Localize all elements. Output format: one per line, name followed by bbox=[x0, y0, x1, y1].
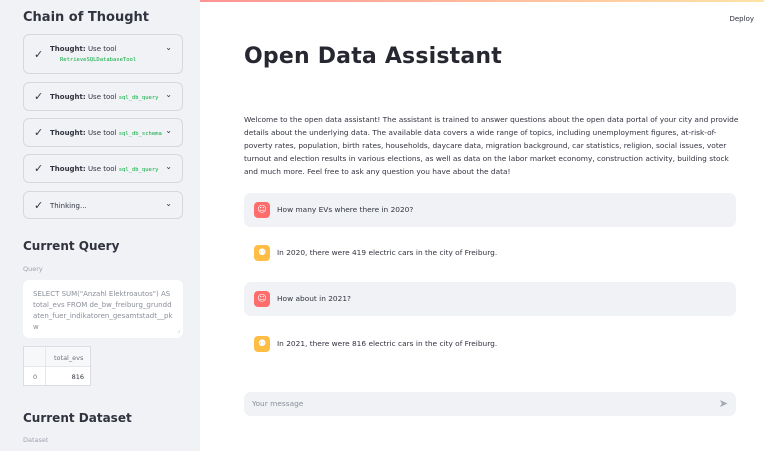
thought-tool-name: RetrieveSQLDatabaseTool bbox=[60, 57, 137, 63]
dataframe-row-index: 0 bbox=[33, 373, 38, 381]
dataframe-column-header[interactable]: total_evs bbox=[54, 354, 83, 362]
top-decoration-bar bbox=[200, 0, 764, 2]
assistant-avatar-icon: ⚉ bbox=[254, 245, 270, 261]
chat-message-assistant: ⚉ In 2020, there were 419 electric cars … bbox=[244, 236, 736, 270]
user-avatar-icon: ☺ bbox=[254, 291, 270, 307]
check-icon: ✓ bbox=[34, 126, 44, 139]
dataset-label: Dataset bbox=[23, 436, 49, 444]
message-text: In 2020, there were 419 electric cars in… bbox=[277, 248, 498, 257]
thought-tool-name: sql_db_query bbox=[118, 167, 159, 173]
send-icon[interactable]: ➤ bbox=[719, 397, 728, 410]
thought-prefix: Thought: bbox=[50, 45, 86, 53]
thought-expander-4[interactable]: ✓ Thought: Use tool sql_db_query ⌄ bbox=[23, 154, 183, 183]
query-result-dataframe: total_evs 0 816 bbox=[23, 346, 91, 386]
message-text: How many EVs where there in 2020? bbox=[277, 205, 414, 214]
query-text: SELECT SUM("Anzahl Elektroautos") AS tot… bbox=[33, 290, 173, 331]
chevron-down-icon[interactable]: ⌄ bbox=[165, 90, 172, 99]
thinking-expander[interactable]: ✓ Thinking... ⌄ bbox=[23, 191, 183, 219]
assistant-avatar-icon: ⚉ bbox=[254, 336, 270, 352]
check-icon: ✓ bbox=[34, 162, 44, 175]
chat-input-placeholder: Your message bbox=[252, 399, 304, 408]
deploy-button[interactable]: Deploy bbox=[729, 15, 754, 23]
chevron-down-icon[interactable]: ⌄ bbox=[165, 162, 172, 171]
thought-prefix: Thought: bbox=[50, 165, 86, 173]
query-label: Query bbox=[23, 265, 43, 273]
thought-prefix: Thought: bbox=[50, 129, 86, 137]
thought-tool-name: sql_db_schema bbox=[118, 131, 162, 137]
thought-prefix: Thought: bbox=[50, 93, 86, 101]
sidebar: Chain of Thought ✓ Thought: Use tool Ret… bbox=[0, 0, 200, 451]
check-icon: ✓ bbox=[34, 48, 44, 61]
thought-tool-name: sql_db_query bbox=[118, 95, 159, 101]
chevron-down-icon[interactable]: ⌄ bbox=[165, 199, 172, 208]
current-query-title: Current Query bbox=[23, 239, 120, 253]
chat-message-user: ☺ How many EVs where there in 2020? bbox=[244, 193, 736, 227]
current-dataset-title: Current Dataset bbox=[23, 411, 132, 425]
message-text: In 2021, there were 816 electric cars in… bbox=[277, 339, 498, 348]
chat-message-assistant: ⚉ In 2021, there were 816 electric cars … bbox=[244, 327, 736, 361]
message-text: How about in 2021? bbox=[277, 294, 351, 303]
chevron-down-icon[interactable]: ⌄ bbox=[165, 126, 172, 135]
resize-handle-icon[interactable]: ⌟ bbox=[177, 325, 180, 336]
thought-text: Use tool bbox=[87, 129, 117, 137]
intro-text: Welcome to the open data assistant! The … bbox=[244, 115, 739, 177]
check-icon: ✓ bbox=[34, 199, 44, 212]
user-avatar-icon: ☺ bbox=[254, 202, 270, 218]
thought-expander-2[interactable]: ✓ Thought: Use tool sql_db_query ⌄ bbox=[23, 82, 183, 111]
query-textarea[interactable]: SELECT SUM("Anzahl Elektroautos") AS tot… bbox=[23, 280, 183, 338]
chevron-down-icon[interactable]: ⌄ bbox=[165, 43, 172, 52]
thought-expander-3[interactable]: ✓ Thought: Use tool sql_db_schema ⌄ bbox=[23, 118, 183, 147]
thought-text: Use tool bbox=[87, 93, 117, 101]
thought-expander-1[interactable]: ✓ Thought: Use tool RetrieveSQLDatabaseT… bbox=[23, 34, 183, 74]
check-icon: ✓ bbox=[34, 90, 44, 103]
chain-of-thought-title: Chain of Thought bbox=[23, 10, 150, 25]
chat-input[interactable]: Your message ➤ bbox=[244, 392, 736, 416]
page-title: Open Data Assistant bbox=[244, 44, 503, 69]
dataframe-cell[interactable]: 816 bbox=[72, 373, 84, 381]
thought-text: Use tool bbox=[87, 45, 117, 53]
thought-text: Use tool bbox=[87, 165, 117, 173]
chat-message-user: ☺ How about in 2021? bbox=[244, 282, 736, 316]
thinking-text: Thinking... bbox=[50, 202, 87, 210]
